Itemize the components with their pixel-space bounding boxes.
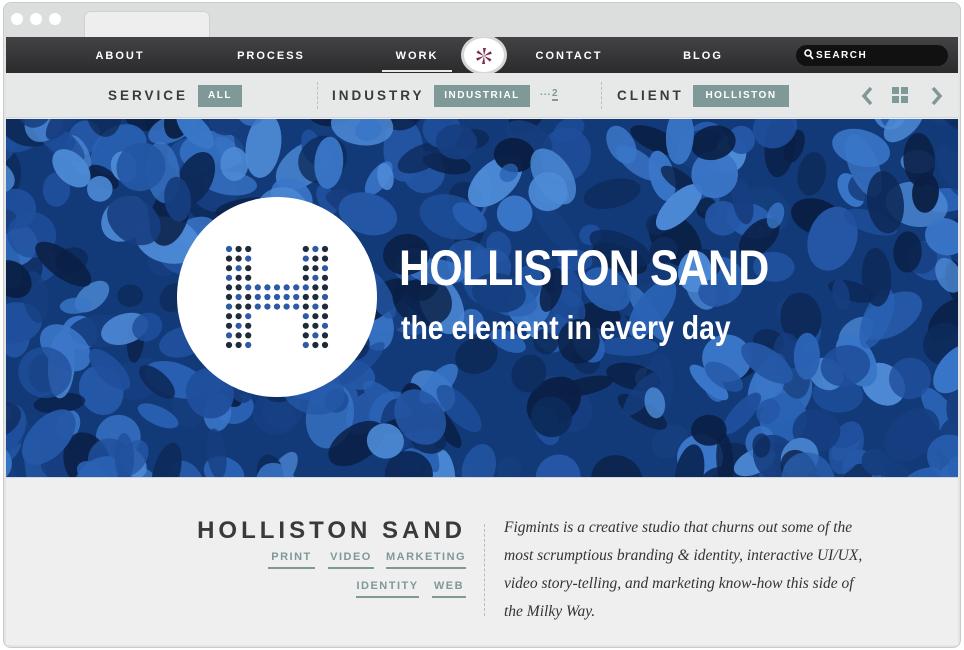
industry-more-dots: ...	[540, 87, 552, 98]
browser-window: ABOUT PROCESS WORK CONTACT BLOG SEARCH S…	[3, 2, 961, 648]
service-filter-label: SERVICE	[108, 88, 189, 103]
browser-tab[interactable]	[84, 11, 210, 37]
tag-web[interactable]: WEB	[432, 578, 466, 598]
home-logo-button[interactable]	[461, 37, 507, 75]
hero-tagline: the element in every day	[401, 309, 731, 346]
nav-contact[interactable]: CONTACT	[522, 37, 616, 73]
filter-divider	[601, 82, 602, 109]
tag-video[interactable]: VIDEO	[328, 549, 374, 569]
browser-chrome	[4, 3, 960, 37]
hero-title: HOLLISTON SAND	[399, 240, 769, 296]
filter-bar: SERVICE ALL INDUSTRY INDUSTRIAL ... 2 CL…	[6, 73, 958, 118]
client-filter-chip[interactable]: HOLLISTON	[693, 85, 789, 107]
chevron-right-icon[interactable]	[926, 85, 946, 107]
chevron-left-icon[interactable]	[858, 85, 878, 107]
window-dot-icon	[30, 13, 42, 25]
project-title: HOLLISTON SAND	[197, 517, 466, 544]
main-navigation: ABOUT PROCESS WORK CONTACT BLOG SEARCH	[6, 37, 958, 75]
tag-identity[interactable]: IDENTITY	[356, 578, 419, 598]
nav-work[interactable]: WORK	[382, 37, 452, 73]
industry-more-count[interactable]: 2	[552, 88, 558, 101]
grid-icon[interactable]	[892, 87, 910, 105]
project-divider	[484, 524, 485, 616]
search-label: SEARCH	[816, 50, 868, 61]
pinwheel-icon	[476, 48, 492, 64]
filter-divider	[317, 82, 318, 109]
industry-filter-label: INDUSTRY	[332, 88, 425, 103]
nav-about[interactable]: ABOUT	[78, 37, 162, 73]
window-dot-icon	[11, 13, 23, 25]
page-viewport: ABOUT PROCESS WORK CONTACT BLOG SEARCH S…	[6, 37, 958, 645]
project-description: Figmints is a creative studio that churn…	[504, 519, 863, 620]
window-dot-icon	[49, 13, 61, 25]
project-info: HOLLISTON SAND PRINT VIDEO MARKETING IDE…	[6, 477, 958, 645]
industry-filter-chip[interactable]: INDUSTRIAL	[434, 85, 530, 107]
tag-marketing[interactable]: MARKETING	[386, 549, 466, 569]
client-logo	[177, 197, 377, 397]
service-filter-chip[interactable]: ALL	[198, 85, 242, 107]
search-input[interactable]: SEARCH	[796, 45, 948, 66]
search-icon	[804, 49, 814, 60]
nav-blog[interactable]: BLOG	[671, 37, 735, 73]
sand-texture-image	[6, 119, 958, 477]
nav-process[interactable]: PROCESS	[226, 37, 316, 73]
tag-print[interactable]: PRINT	[268, 549, 315, 569]
client-filter-label: CLIENT	[617, 88, 684, 103]
holliston-h-logo-icon	[225, 245, 329, 349]
hero-banner: HOLLISTON SAND the element in every day	[6, 119, 958, 477]
